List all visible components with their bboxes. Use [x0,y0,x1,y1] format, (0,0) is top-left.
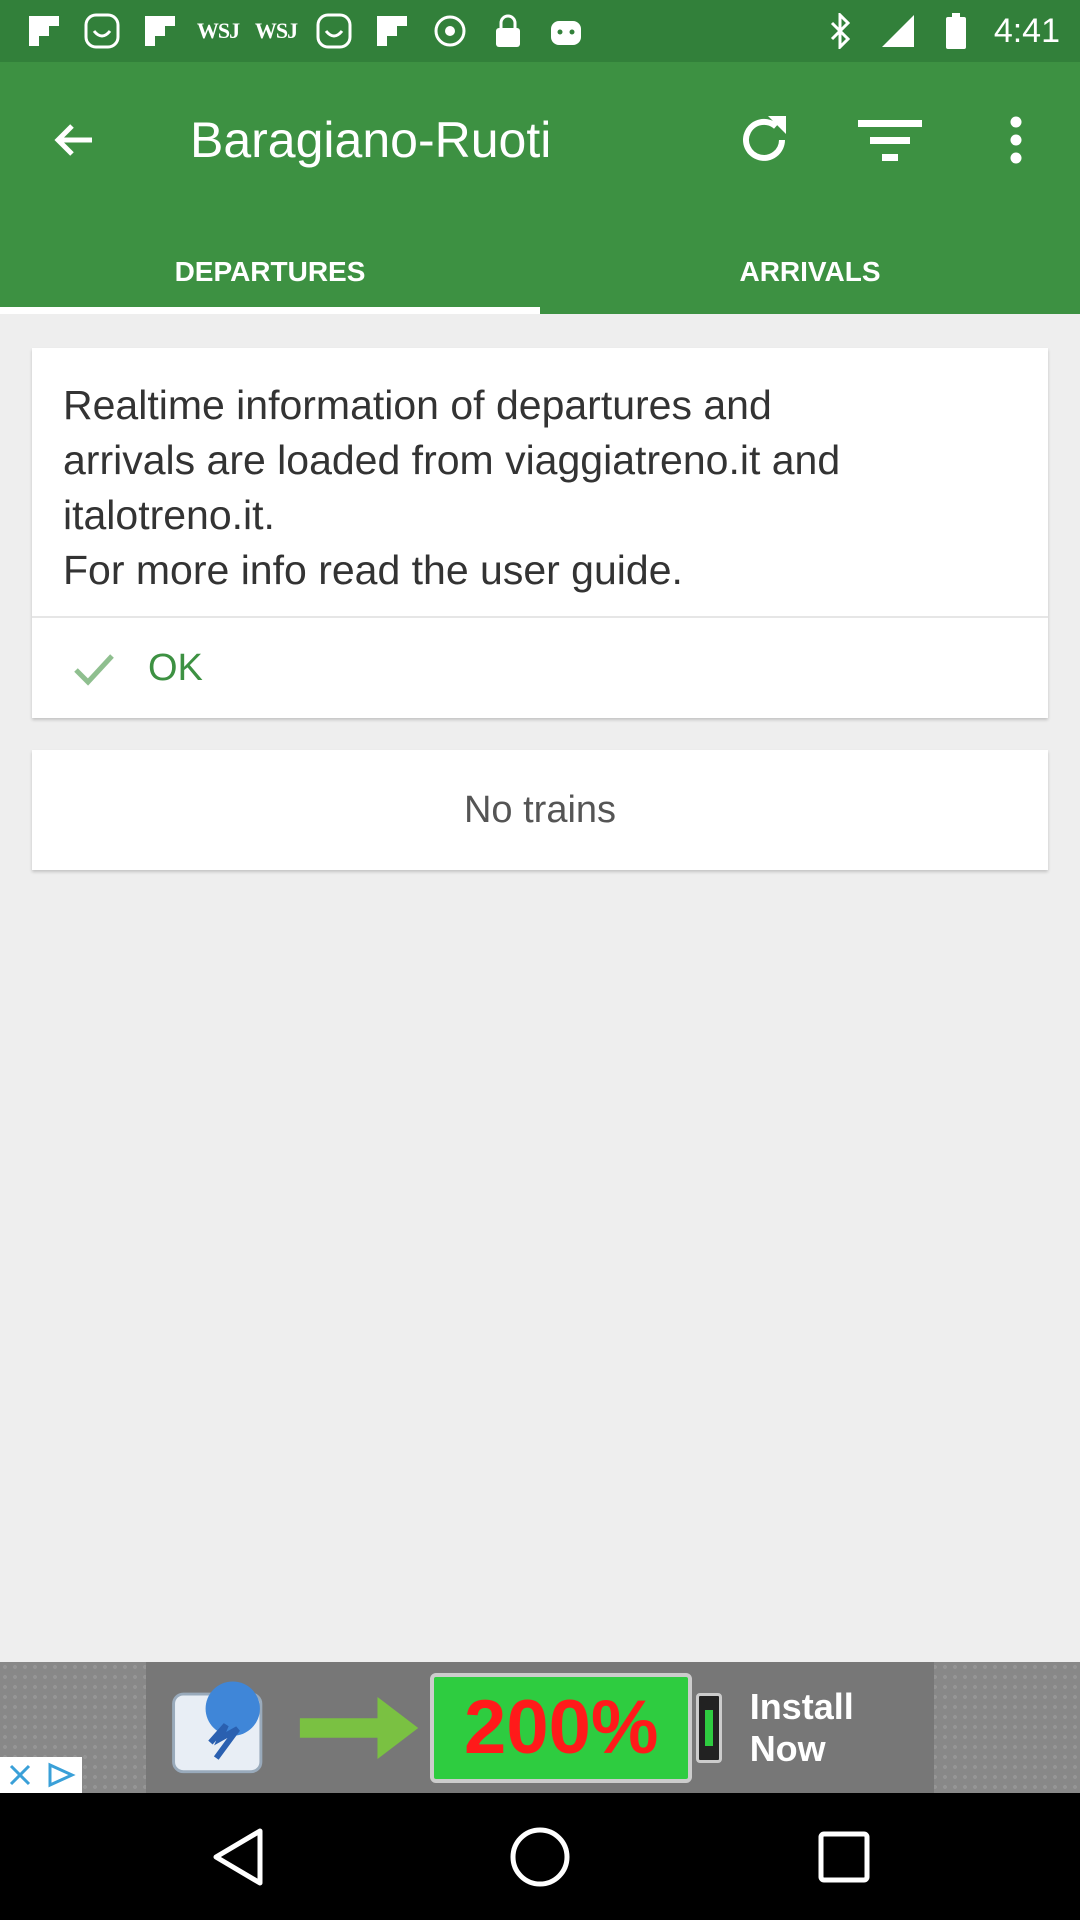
battery-level-icon [696,1692,722,1763]
ad-choices-button[interactable] [40,1757,82,1793]
ok-button[interactable]: OK [32,618,1048,718]
refresh-button[interactable] [726,102,802,178]
navigation-bar [0,1793,1080,1920]
ad-banner[interactable]: 200% Install Now [0,1662,1080,1793]
tab-departures[interactable]: DEPARTURES [0,230,540,314]
signal-icon [878,11,918,51]
info-message: Realtime information of departures and a… [63,378,1008,598]
bluetooth-icon [820,11,860,51]
info-line: italotreno.it. [63,492,275,538]
back-button[interactable] [42,108,106,172]
battery-charge-icon [172,1680,263,1773]
refresh-icon [743,116,786,161]
ok-label: OK [148,646,203,689]
tab-label: ARRIVALS [739,256,881,287]
nav-home-button[interactable] [502,1819,578,1895]
wsj-icon: WSJ [196,18,240,43]
filter-icon [858,120,922,161]
nav-recents-icon [818,1831,870,1883]
empty-state-card: No trains [32,750,1048,870]
tab-indicator [0,307,540,314]
nav-recents-button[interactable] [806,1819,882,1895]
arrow-right-icon [299,1696,419,1759]
ad-close-button[interactable] [0,1757,40,1793]
target-icon [430,11,470,51]
nav-home-icon [510,1827,570,1887]
filter-button[interactable] [852,102,928,178]
smiley-icon [82,11,122,51]
adchoices-icon [48,1762,76,1788]
page-title: Baragiano-Ruoti [190,112,552,168]
more-vert-icon [1010,116,1022,164]
info-line: Realtime information of departures and [63,382,772,428]
flipboard-icon [372,11,412,51]
flipboard-icon [140,11,180,51]
lock-icon [488,11,528,51]
nav-back-button[interactable] [200,1819,276,1895]
info-card: Realtime information of departures and a… [32,348,1048,718]
tab-arrivals[interactable]: ARRIVALS [540,230,1080,314]
android-icon [546,11,586,51]
close-icon [9,1764,31,1786]
app-bar: Baragiano-Ruoti DEPARTURES ARRIVALS [0,62,1080,314]
ad-percent: 200% [430,1672,693,1783]
flipboard-icon [24,11,64,51]
tab-bar: DEPARTURES ARRIVALS [0,230,1080,314]
no-trains-text: No trains [463,788,617,831]
wsj-icon: WSJ [254,18,298,43]
notification-icons: WSJ WSJ [24,10,586,52]
clock: 4:41 [993,11,1060,50]
battery-icon [936,11,976,51]
info-line: arrivals are loaded from viaggiatreno.it… [63,437,841,483]
install-now-button[interactable]: Install Now [750,1686,934,1770]
info-line: For more info read the user guide. [63,547,683,593]
arrow-back-icon [54,124,92,156]
check-icon [74,654,114,686]
tab-label: DEPARTURES [174,256,366,287]
ad-content[interactable]: 200% Install Now [146,1662,934,1793]
nav-back-icon [213,1828,263,1886]
smiley-icon [314,11,354,51]
system-icons: 4:41 [820,10,1060,52]
status-bar: WSJ WSJ 4:41 [0,0,1080,62]
more-options-button[interactable] [978,102,1054,178]
